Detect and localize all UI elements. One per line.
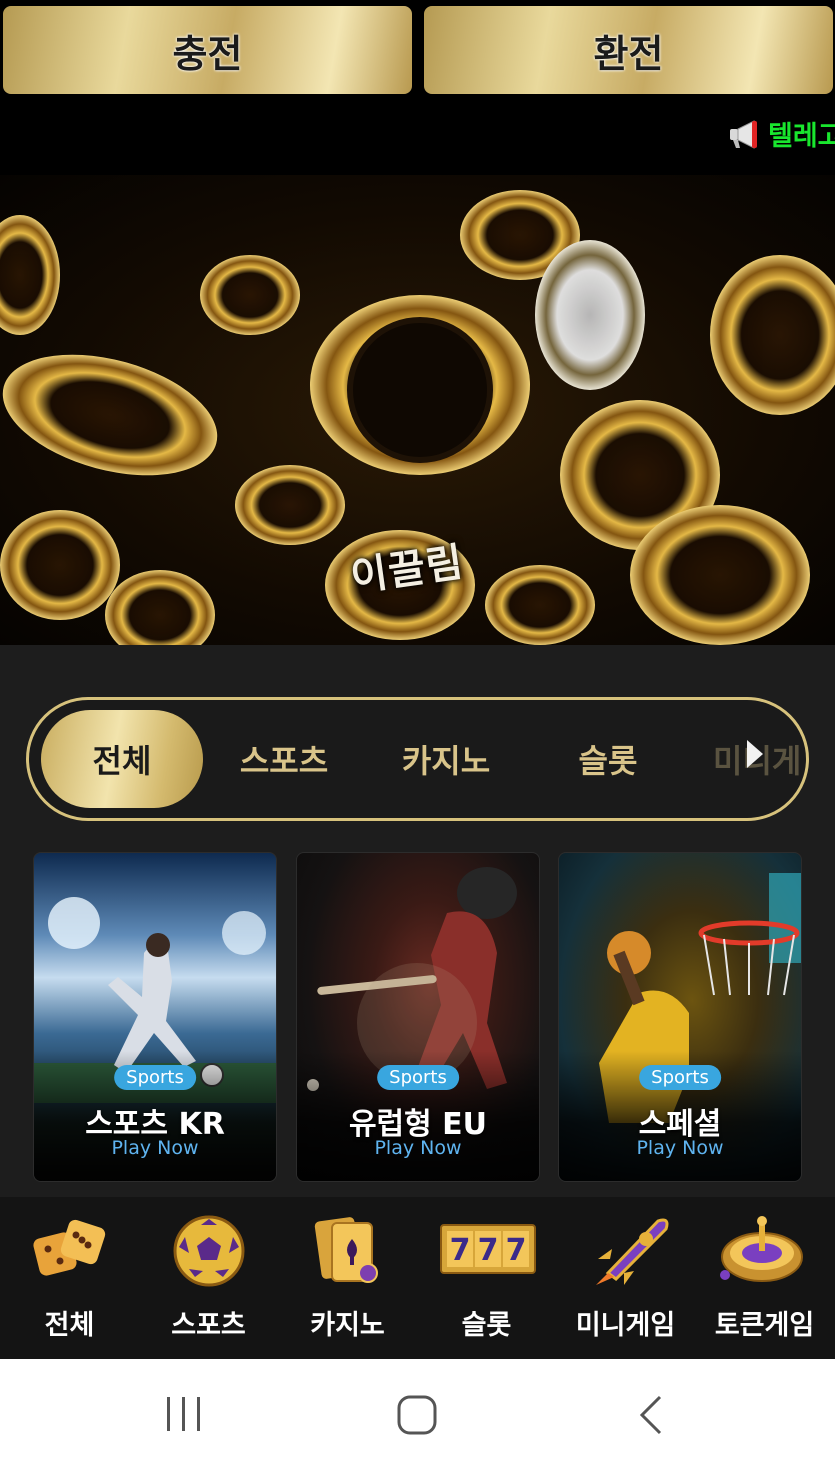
- back-icon[interactable]: [622, 1393, 682, 1437]
- system-navigation-bar: [0, 1359, 835, 1471]
- nav-item-token-game[interactable]: 토큰게임: [695, 1209, 834, 1349]
- tab-slot[interactable]: 슬롯: [527, 710, 689, 808]
- megaphone-icon: [730, 119, 757, 149]
- slot-777-icon: 7 7 7: [440, 1224, 536, 1274]
- recent-apps-icon[interactable]: [154, 1393, 214, 1437]
- exchange-button[interactable]: 환전: [424, 6, 833, 94]
- playing-cards-icon: [314, 1217, 378, 1283]
- notice-content[interactable]: 텔레고: [728, 114, 835, 153]
- charge-button[interactable]: 충전: [3, 6, 412, 94]
- nav-label: 카지노: [310, 1310, 385, 1341]
- nav-label: 슬롯: [461, 1310, 512, 1341]
- category-badge: Sports: [377, 1065, 459, 1090]
- nav-label: 미니게임: [575, 1310, 676, 1341]
- game-card-europe-eu[interactable]: Sports 유럽형 EU Play Now: [296, 852, 540, 1182]
- bottom-navigation: 전체 스포츠 카지노 7 7 7 슬롯 미니게임 토큰게임: [0, 1197, 835, 1359]
- play-now-link[interactable]: Play Now: [559, 1137, 801, 1159]
- rocket-icon: [596, 1218, 669, 1285]
- nav-item-slot[interactable]: 7 7 7 슬롯: [417, 1209, 556, 1349]
- scroll-right-arrow-icon[interactable]: [747, 740, 763, 768]
- soccer-ball-icon: [173, 1215, 245, 1287]
- home-icon[interactable]: [387, 1393, 447, 1437]
- tab-all[interactable]: 전체: [41, 710, 203, 808]
- roulette-icon: [720, 1216, 803, 1282]
- nav-item-all[interactable]: 전체: [0, 1209, 139, 1349]
- nav-item-sports[interactable]: 스포츠: [139, 1209, 278, 1349]
- nav-label: 전체: [44, 1310, 95, 1341]
- category-badge: Sports: [639, 1065, 721, 1090]
- main-content: 전체 스포츠 카지노 슬롯 미니게 Sports 스포츠 KR Play Now: [0, 645, 835, 1197]
- game-card-special[interactable]: Sports 스페셜 Play Now: [558, 852, 802, 1182]
- play-now-link[interactable]: Play Now: [297, 1137, 539, 1159]
- nav-label: 토큰게임: [714, 1310, 815, 1341]
- nav-item-minigame[interactable]: 미니게임: [556, 1209, 695, 1349]
- svg-text:7: 7: [478, 1233, 499, 1268]
- hero-banner[interactable]: 이끌림: [0, 175, 835, 645]
- category-tabs: 전체 스포츠 카지노 슬롯 미니게: [26, 697, 809, 821]
- tab-sports[interactable]: 스포츠: [203, 710, 365, 808]
- notice-marquee: 텔레고: [0, 100, 835, 172]
- nav-item-casino[interactable]: 카지노: [278, 1209, 417, 1349]
- svg-text:7: 7: [450, 1233, 471, 1268]
- notice-text: 텔레고: [768, 121, 835, 152]
- dice-icon: [33, 1219, 106, 1276]
- play-now-link[interactable]: Play Now: [34, 1137, 276, 1159]
- category-badge: Sports: [114, 1065, 196, 1090]
- nav-label: 스포츠: [171, 1310, 246, 1341]
- svg-text:7: 7: [506, 1233, 527, 1268]
- game-card-sports-kr[interactable]: Sports 스포츠 KR Play Now: [33, 852, 277, 1182]
- tab-casino[interactable]: 카지노: [365, 710, 527, 808]
- top-action-bar: 충전 환전: [0, 0, 835, 100]
